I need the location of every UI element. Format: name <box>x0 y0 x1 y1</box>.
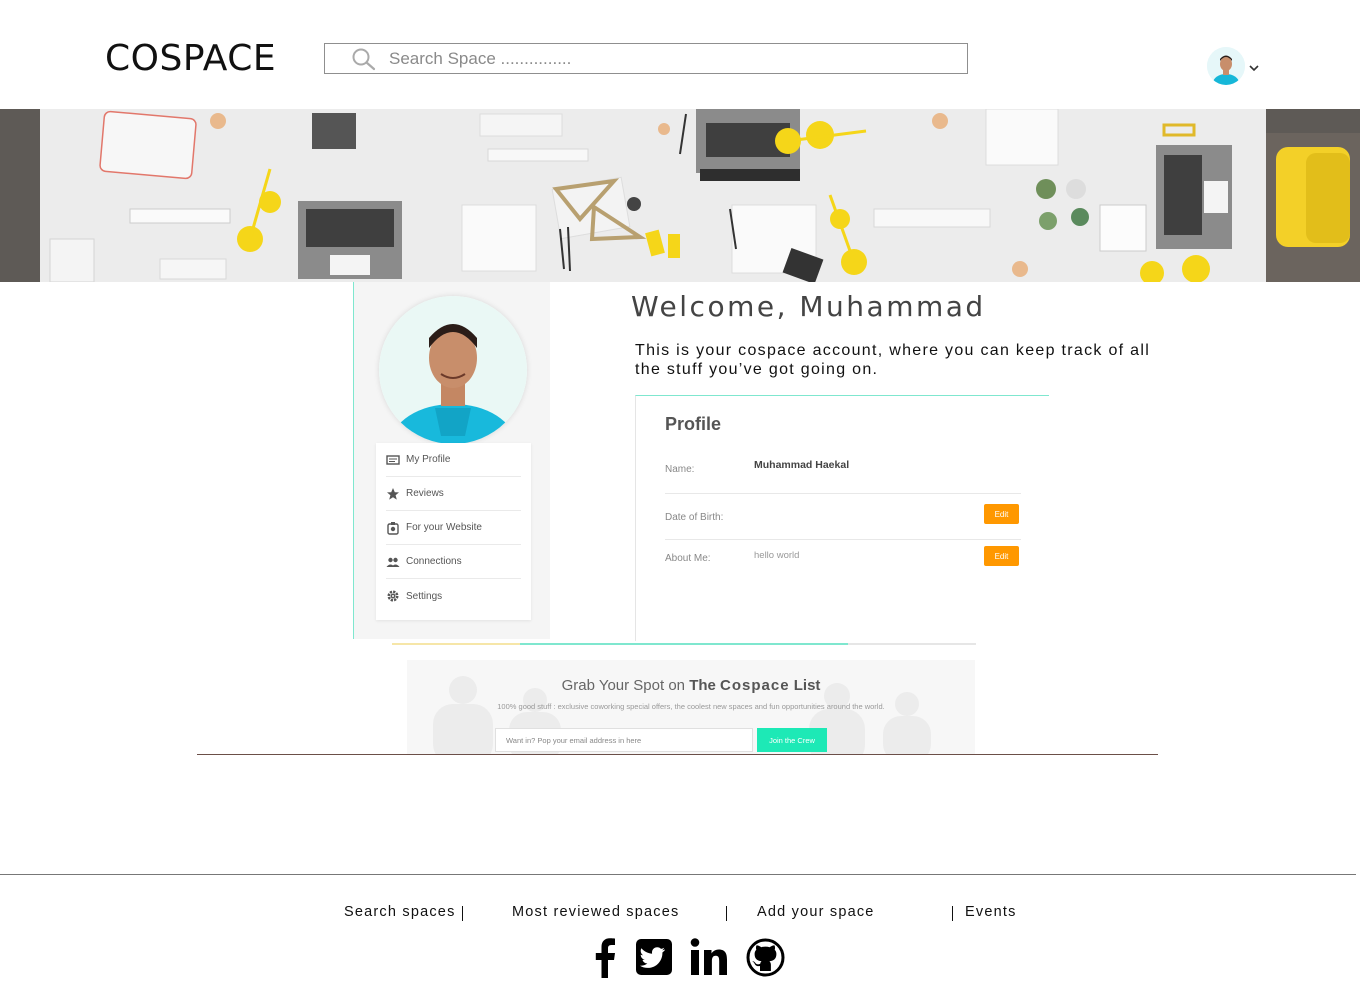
accent-strip <box>392 643 520 645</box>
gear-icon <box>387 590 399 602</box>
row-label: Name: <box>665 464 695 475</box>
footer-link-add-space[interactable]: Add your space <box>757 904 875 920</box>
linkedin-icon[interactable] <box>688 936 730 978</box>
footer-separator <box>462 906 463 921</box>
search-input[interactable] <box>389 47 949 71</box>
row-label: Date of Birth: <box>665 512 724 523</box>
edit-about-button[interactable]: Edit <box>984 546 1019 566</box>
github-icon[interactable] <box>744 936 786 978</box>
profile-sidebar: My Profile Reviews For your Website Conn… <box>353 282 550 639</box>
hero-banner <box>0 109 1360 282</box>
newsletter-title-prefix: Grab Your Spot on <box>561 677 686 694</box>
menu-item-label: Connections <box>406 556 462 567</box>
footer-link-events[interactable]: Events <box>965 904 1017 920</box>
footer-separator <box>952 906 953 921</box>
profile-menu: My Profile Reviews For your Website Conn… <box>376 443 531 620</box>
welcome-text: This is your cospace account, where you … <box>635 342 1151 378</box>
search-icon[interactable] <box>351 47 377 71</box>
edit-dob-button[interactable]: Edit <box>984 504 1019 524</box>
search-bar[interactable] <box>324 43 968 74</box>
newsletter-title: Grab Your Spot on The Cospace List <box>407 677 975 694</box>
twitter-icon[interactable] <box>633 936 675 978</box>
row-value: hello world <box>754 550 800 561</box>
row-label: About Me: <box>665 553 711 564</box>
menu-item-label: Settings <box>406 590 443 602</box>
row-value: Muhammad Haekal <box>754 459 850 471</box>
chair-illustration <box>1266 133 1360 282</box>
users-icon <box>386 557 400 567</box>
menu-item-label: Reviews <box>406 488 444 499</box>
badge-icon <box>387 521 399 535</box>
join-the-crew-button[interactable]: Join the Crew <box>757 728 827 752</box>
footer-divider <box>0 874 1356 875</box>
user-menu[interactable] <box>1207 47 1259 85</box>
newsletter-email-input[interactable] <box>495 728 753 752</box>
profile-card: Profile Name: Muhammad Haekal Date of Bi… <box>635 395 1049 641</box>
newsletter-section: Grab Your Spot on The Cospace List 100% … <box>407 660 975 754</box>
newsletter-title-the: The <box>689 677 716 694</box>
profile-row-name: Name: Muhammad Haekal <box>665 453 1021 494</box>
profile-row-dob: Date of Birth: Edit <box>665 494 1021 540</box>
divider <box>197 754 1158 755</box>
newsletter-subtitle: 100% good stuff : exclusive coworking sp… <box>497 702 885 711</box>
profile-row-about: About Me: hello world Edit <box>665 540 1021 580</box>
menu-item-connections[interactable]: Connections <box>386 545 521 579</box>
menu-item-for-your-website[interactable]: For your Website <box>386 511 521 545</box>
profile-title: Profile <box>665 414 722 434</box>
avatar[interactable] <box>1207 47 1245 85</box>
menu-item-reviews[interactable]: Reviews <box>386 477 521 511</box>
id-card-icon <box>386 454 400 465</box>
menu-item-my-profile[interactable]: My Profile <box>386 443 521 477</box>
brand-logo[interactable]: COSPACE <box>105 38 276 79</box>
menu-item-settings[interactable]: Settings <box>386 579 521 613</box>
star-icon <box>387 487 399 500</box>
footer-link-search-spaces[interactable]: Search spaces <box>344 904 456 920</box>
menu-item-label: My Profile <box>406 454 451 465</box>
profile-photo <box>379 296 527 444</box>
accent-strip <box>520 643 848 645</box>
chevron-down-icon[interactable] <box>1248 63 1260 73</box>
facebook-icon[interactable] <box>584 936 626 978</box>
newsletter-title-brand: Cospace <box>720 677 790 694</box>
accent-strip <box>848 643 976 645</box>
footer-link-most-reviewed[interactable]: Most reviewed spaces <box>512 904 679 920</box>
desk-illustration <box>40 109 1266 282</box>
footer-separator <box>726 906 727 921</box>
newsletter-title-list: List <box>793 677 821 694</box>
welcome-heading: Welcome, Muhammad <box>631 290 986 323</box>
menu-item-label: For your Website <box>406 522 482 533</box>
